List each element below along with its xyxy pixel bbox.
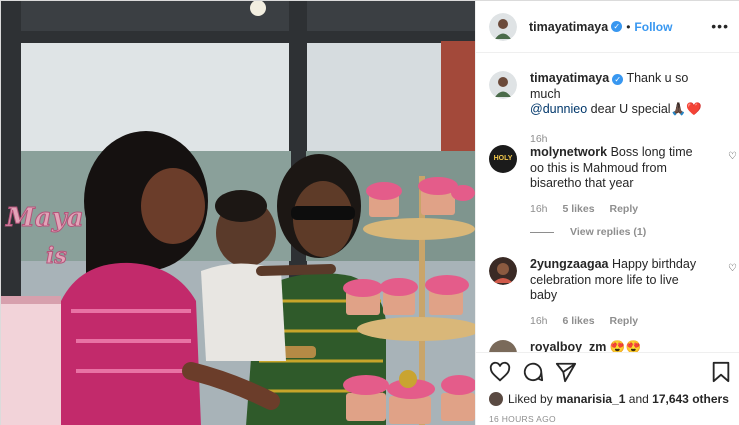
author-username[interactable]: timayatimaya (529, 20, 608, 34)
share-icon[interactable] (555, 361, 577, 383)
view-replies-label: View replies (1) (570, 226, 647, 238)
caption-body: timayatimaya ✓ Thank u so much @dunnieo d… (530, 71, 708, 147)
liker-avatar (489, 392, 503, 406)
comment-like-heart-icon[interactable]: ♡ (728, 261, 738, 274)
liked-by[interactable]: Liked by manarisia_1 and 17,643 others (489, 392, 729, 406)
follow-button[interactable]: Follow (634, 20, 672, 34)
comment-like-heart-icon[interactable]: ♡ (728, 149, 738, 162)
reply-button[interactable]: Reply (610, 315, 639, 327)
action-bar: Liked by manarisia_1 and 17,643 others 1… (476, 352, 739, 425)
comment-likes[interactable]: 5 likes (562, 203, 594, 215)
comment-age: 16h (530, 314, 548, 327)
comment-text: 😍😍 (609, 340, 642, 352)
photo-illustration: Maya is (1, 1, 475, 425)
post-side-panel: timayatimaya ✓ • Follow ••• timayatimaya… (475, 1, 739, 425)
comment-username[interactable]: royalboy_zm (530, 340, 606, 352)
liked-by-others[interactable]: 17,643 others (652, 392, 729, 406)
caption-username[interactable]: timayatimaya (530, 71, 609, 85)
more-options-icon[interactable]: ••• (711, 18, 729, 34)
comment-avatar[interactable]: HOLY (489, 145, 517, 173)
comment-item: 2yungzaagaa Happy birthday celebration m… (489, 257, 737, 330)
caption-mention[interactable]: @dunnieo (530, 102, 587, 116)
avatar-photo-icon (489, 71, 517, 99)
comment-icon[interactable] (522, 361, 544, 383)
comment-likes[interactable]: 6 likes (562, 315, 594, 327)
comment-meta: 16h 5 likes Reply (530, 202, 708, 218)
caption-emoji: 🙏🏿❤️ (670, 102, 702, 116)
comment-body: royalboy_zm 😍😍 (530, 340, 708, 352)
view-replies-line (530, 231, 554, 233)
liked-by-and: and (628, 392, 649, 406)
comment-body: molynetwork Boss long time oo this is Ma… (530, 145, 737, 218)
post-photo[interactable]: Maya is (1, 1, 475, 425)
heart-icon[interactable] (489, 361, 511, 383)
post-header: timayatimaya ✓ • Follow ••• (476, 1, 739, 53)
verified-badge-icon: ✓ (612, 74, 624, 85)
comment-avatar[interactable] (489, 340, 517, 352)
view-replies-button[interactable]: View replies (1) (530, 226, 646, 238)
liked-by-prefix: Liked by (508, 392, 553, 406)
comment-body: 2yungzaagaa Happy birthday celebration m… (530, 257, 737, 330)
sign-text-maya: Maya (5, 203, 84, 233)
action-icons (489, 361, 731, 385)
comments-list[interactable]: timayatimaya ✓ Thank u so much @dunnieo d… (476, 54, 739, 352)
comment-age: 16h (530, 202, 548, 215)
comment-item: HOLY molynetwork Boss long time oo this … (489, 145, 737, 218)
comment-meta: 16h 6 likes Reply (530, 314, 708, 330)
verified-badge-icon: ✓ (611, 21, 623, 32)
comment-avatar[interactable] (489, 257, 517, 285)
sign-text-is: is (46, 243, 67, 269)
caption-text-after: dear U special (590, 102, 671, 116)
comment-username[interactable]: 2yungzaagaa (530, 257, 609, 271)
avatar-photo-icon (489, 12, 517, 41)
author-avatar[interactable] (489, 12, 517, 41)
avatar-photo-icon (489, 257, 517, 285)
separator-dot: • (626, 19, 631, 34)
reply-button[interactable]: Reply (610, 203, 639, 215)
caption-age: 16h (530, 132, 548, 145)
instagram-post: Maya is timayatimaya ✓ • Follow ••• tima… (0, 0, 739, 425)
bookmark-icon[interactable] (711, 361, 731, 383)
comment-item: royalboy_zm 😍😍 (489, 340, 729, 352)
post-timestamp[interactable]: 16 HOURS AGO (489, 414, 556, 424)
caption-avatar[interactable] (489, 71, 517, 99)
comment-username[interactable]: molynetwork (530, 145, 607, 159)
liked-by-user[interactable]: manarisia_1 (556, 392, 625, 406)
caption: timayatimaya ✓ Thank u so much @dunnieo d… (489, 71, 729, 147)
